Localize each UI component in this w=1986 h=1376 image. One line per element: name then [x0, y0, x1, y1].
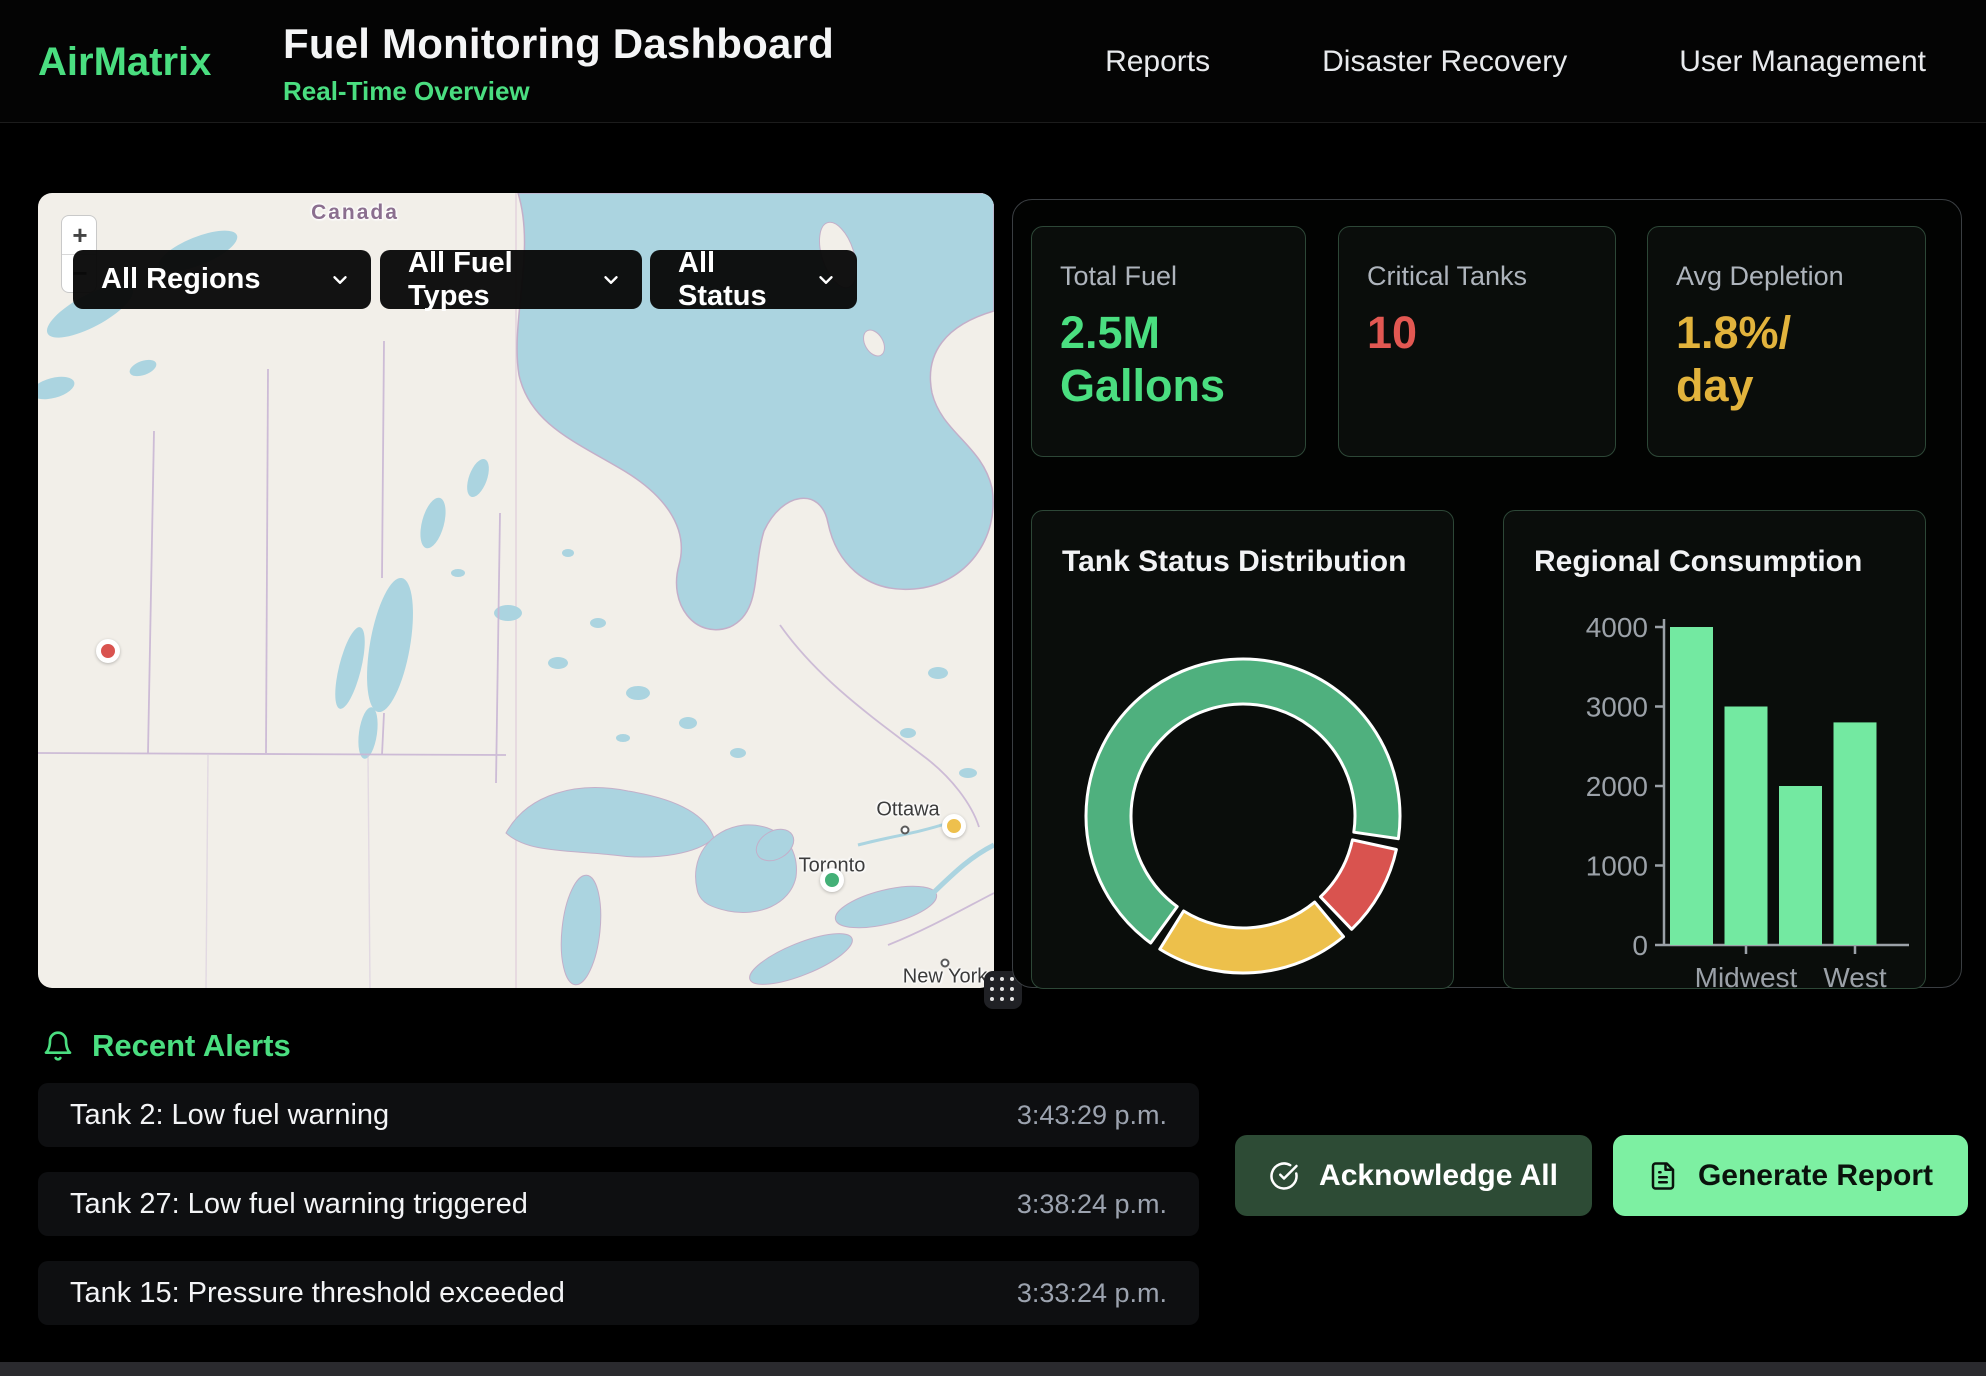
- stat-card-total-fuel: Total Fuel 2.5M Gallons: [1031, 226, 1306, 457]
- filter-regions-value: All Regions: [101, 263, 261, 296]
- title-block: Fuel Monitoring Dashboard Real-Time Over…: [283, 20, 834, 107]
- chart-title: Regional Consumption: [1534, 545, 1862, 579]
- alert-time: 3:43:29 p.m.: [1017, 1100, 1167, 1131]
- svg-text:2000: 2000: [1586, 771, 1648, 802]
- stat-value-2: 1.8%/ day: [1676, 306, 1897, 412]
- stat-label: Critical Tanks: [1367, 261, 1587, 292]
- overview-panel: Total Fuel 2.5M Gallons Critical Tanks 1…: [1012, 199, 1962, 988]
- alert-text: Tank 2: Low fuel warning: [70, 1099, 389, 1132]
- zoom-in-button[interactable]: +: [62, 216, 97, 254]
- regional-consumption-chart-card: 0 1000 2000 3000 4000 Midwest West Regional Co…: [1503, 510, 1926, 989]
- tank-status-chart-card: Tank Status Distribution: [1031, 510, 1454, 989]
- footer-strip: [0, 1362, 1986, 1376]
- alert-row[interactable]: Tank 15: Pressure threshold exceeded 3:3…: [38, 1261, 1199, 1325]
- page-subtitle: Real-Time Overview: [283, 76, 834, 107]
- generate-report-label: Generate Report: [1698, 1159, 1933, 1193]
- svg-text:0: 0: [1632, 930, 1648, 961]
- alert-text: Tank 15: Pressure threshold exceeded: [70, 1277, 565, 1310]
- map-canvas[interactable]: Canada Ottawa Toronto New York + − All R…: [38, 193, 994, 988]
- map-marker-normal[interactable]: [820, 868, 844, 892]
- alert-row[interactable]: Tank 2: Low fuel warning 3:43:29 p.m.: [38, 1083, 1199, 1147]
- stat-value-1: 10: [1367, 306, 1587, 359]
- dashboard: AirMatrix Fuel Monitoring Dashboard Real…: [0, 0, 1986, 1376]
- chevron-down-icon: [600, 269, 622, 291]
- nav-disaster-recovery[interactable]: Disaster Recovery: [1322, 45, 1567, 79]
- filter-status-select[interactable]: All Status: [650, 250, 857, 309]
- filter-fuel-types-select[interactable]: All Fuel Types: [380, 250, 642, 309]
- map-marker-critical[interactable]: [96, 639, 120, 663]
- main-nav: Reports Disaster Recovery User Managemen…: [1105, 0, 1926, 123]
- svg-text:4000: 4000: [1586, 612, 1648, 643]
- header: AirMatrix Fuel Monitoring Dashboard Real…: [0, 0, 1986, 123]
- alert-time: 3:38:24 p.m.: [1017, 1189, 1167, 1220]
- alert-text: Tank 27: Low fuel warning triggered: [70, 1188, 528, 1221]
- nav-user-management[interactable]: User Management: [1679, 45, 1926, 79]
- svg-text:1000: 1000: [1586, 851, 1648, 882]
- chevron-down-icon: [329, 269, 351, 291]
- chart-title: Tank Status Distribution: [1062, 545, 1406, 579]
- stat-card-avg-depletion: Avg Depletion 1.8%/ day: [1647, 226, 1926, 457]
- alert-row[interactable]: Tank 27: Low fuel warning triggered 3:38…: [38, 1172, 1199, 1236]
- generate-report-button[interactable]: Generate Report: [1613, 1135, 1968, 1216]
- map-label-canada: Canada: [311, 201, 399, 225]
- filter-status-value: All Status: [678, 247, 797, 313]
- chevron-down-icon: [815, 269, 837, 291]
- map-label-newyork: New York: [903, 966, 988, 989]
- svg-text:3000: 3000: [1586, 692, 1648, 723]
- regional-consumption-bar-chart: 0 1000 2000 3000 4000 Midwest West: [1504, 511, 1927, 990]
- filter-fuel-types-value: All Fuel Types: [408, 247, 582, 313]
- tank-status-donut-chart: [1032, 511, 1455, 990]
- filter-regions-select[interactable]: All Regions: [73, 250, 371, 309]
- alert-time: 3:33:24 p.m.: [1017, 1278, 1167, 1309]
- alerts-title: Recent Alerts: [92, 1028, 291, 1064]
- check-circle-icon: [1269, 1161, 1299, 1191]
- file-text-icon: [1648, 1161, 1678, 1191]
- map-marker-warning[interactable]: [942, 814, 966, 838]
- alerts-header: Recent Alerts: [42, 1028, 291, 1064]
- stat-value-0: 2.5M Gallons: [1060, 306, 1277, 412]
- acknowledge-all-button[interactable]: Acknowledge All: [1235, 1135, 1592, 1216]
- page-title: Fuel Monitoring Dashboard: [283, 20, 834, 68]
- stat-card-critical-tanks: Critical Tanks 10: [1338, 226, 1616, 457]
- map-label-ottawa: Ottawa: [876, 799, 939, 822]
- ottawa-city-dot: [901, 826, 910, 835]
- acknowledge-all-label: Acknowledge All: [1319, 1159, 1558, 1193]
- stat-label: Total Fuel: [1060, 261, 1277, 292]
- brand-logo[interactable]: AirMatrix: [38, 40, 211, 85]
- bell-icon: [42, 1030, 74, 1062]
- svg-text:Midwest: Midwest: [1695, 962, 1798, 990]
- nav-reports[interactable]: Reports: [1105, 45, 1210, 79]
- stat-label: Avg Depletion: [1676, 261, 1897, 292]
- svg-text:West: West: [1823, 962, 1886, 990]
